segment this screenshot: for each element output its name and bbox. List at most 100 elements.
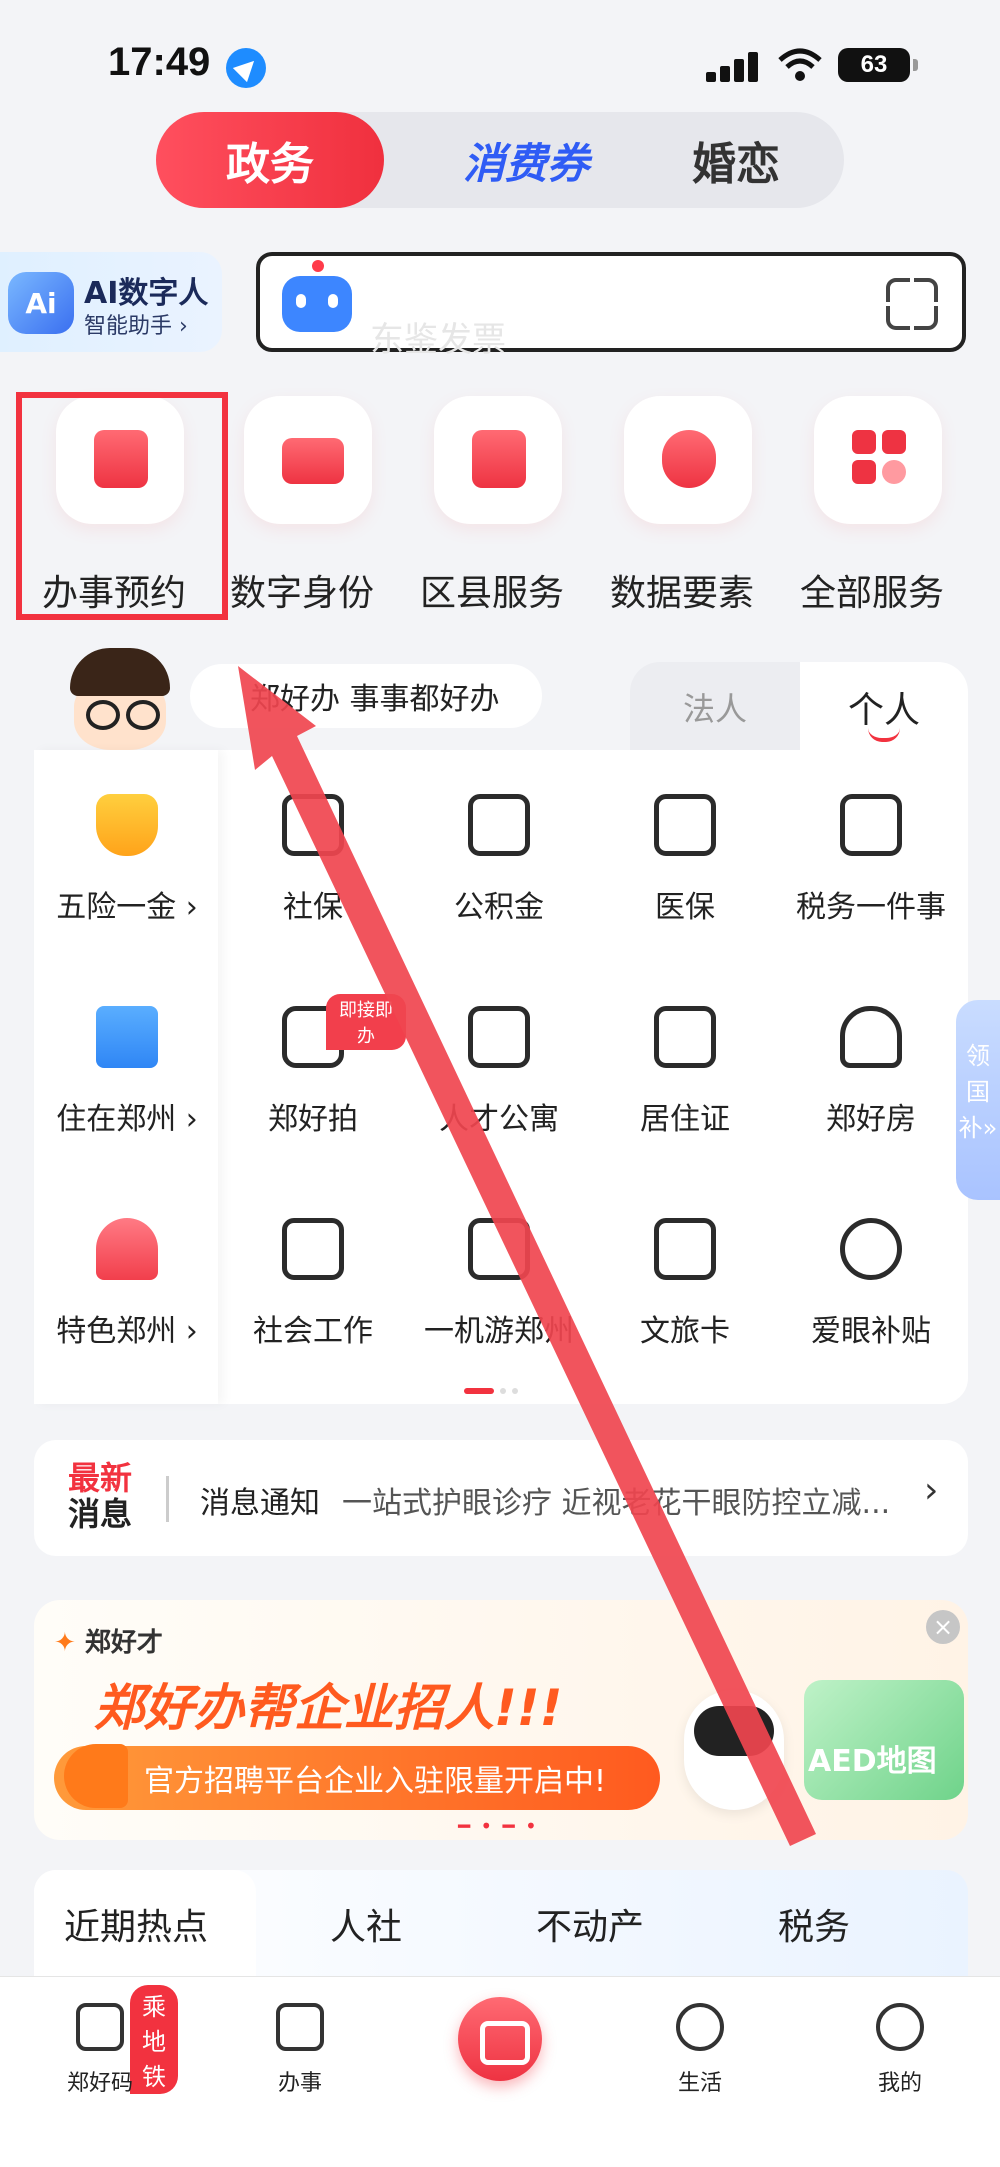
tab-individual[interactable]: 个人 — [800, 662, 968, 752]
cellular-signal-icon — [706, 52, 762, 82]
tablet-icon — [468, 1218, 530, 1280]
promo-banner[interactable]: 郑好才 郑好办帮企业招人!!! 官方招聘平台企业入驻限量开启中! AED地图 ×… — [34, 1600, 968, 1840]
checklist-icon — [276, 2003, 324, 2051]
grid-item-housing-fund[interactable]: 公积金 — [406, 764, 592, 976]
grid-item-eye-subsidy[interactable]: 爱眼补贴 — [778, 1188, 964, 1400]
news-text: 一站式护眼诊疗 近视老花干眼防控立减... — [342, 1486, 891, 1521]
qr-code-icon — [76, 2003, 124, 2051]
grid-item-culture-card[interactable]: 文旅卡 — [592, 1188, 778, 1400]
grid-item-photo-report[interactable]: 即接即办 郑好拍 — [220, 976, 406, 1188]
instant-badge: 即接即办 — [326, 994, 406, 1050]
megaphone-icon — [64, 1744, 128, 1808]
page-indicator — [464, 1388, 544, 1396]
grid-item-label: 社会工作 — [253, 1314, 373, 1349]
grid-item-label: 公积金 — [454, 890, 544, 925]
nav-label: 生活 — [677, 2071, 722, 2096]
tab-dating[interactable]: 婚恋 — [656, 112, 816, 208]
grid-item-tax[interactable]: 税务一件事 — [778, 764, 964, 976]
ai-assistant-subtitle: 智能助手 › — [84, 314, 188, 339]
service-digital-id[interactable]: 数字身份 — [222, 396, 382, 616]
banner-brand: 郑好才 — [54, 1622, 163, 1659]
nav-life[interactable]: 生活 — [630, 1993, 770, 2103]
tax-icon — [840, 794, 902, 856]
bottom-navigation: 乘地铁 郑好码 办事 生活 我的 — [0, 1976, 1000, 2167]
tab-coupon[interactable]: 消费券 — [436, 112, 616, 208]
grid-item-label: 五险一金 › — [56, 890, 198, 925]
building-icon — [434, 396, 562, 524]
social-security-icon — [282, 794, 344, 856]
national-subsidy-tab[interactable]: 领国补» — [956, 1000, 1000, 1200]
nav-services[interactable]: 办事 — [230, 1993, 370, 2103]
grid-item-live-zhengzhou[interactable]: 住在郑州 › — [34, 976, 220, 1188]
home-logo-button[interactable] — [458, 1997, 542, 2081]
service-grid: 五险一金 › 社保 公积金 医保 税务一件事 住在郑州 › 即接即办 郑好拍 人… — [34, 750, 968, 1404]
divider — [166, 1476, 169, 1522]
location-icon — [226, 48, 266, 88]
service-data-elements[interactable]: 数据要素 — [602, 396, 762, 616]
tab-government[interactable]: 政务 — [156, 112, 384, 208]
search-bar[interactable]: 东鉴发票 — [256, 252, 966, 360]
insurance-shield-icon — [96, 794, 158, 856]
nav-health-code[interactable]: 乘地铁 郑好码 — [30, 1985, 178, 2103]
service-district[interactable]: 区县服务 — [412, 396, 572, 616]
tab-recent-hot[interactable]: 近期热点 — [64, 1898, 208, 1950]
top-tab-bar: 政务 消费券 婚恋 — [156, 112, 844, 208]
location-pin-icon — [96, 1218, 158, 1280]
briefcase-icon — [282, 1218, 344, 1280]
tab-human-resources[interactable]: 人社 — [330, 1898, 402, 1950]
grid-item-label: 社保 — [283, 890, 343, 925]
service-label: 全部服务 — [799, 573, 944, 614]
tab-tax[interactable]: 税务 — [778, 1898, 850, 1950]
service-label: 数据要素 — [609, 573, 754, 614]
residence-permit-icon — [654, 1006, 716, 1068]
house-icon — [96, 1006, 158, 1068]
robot-icon — [282, 260, 352, 332]
grid-item-residence-permit[interactable]: 居住证 — [592, 976, 778, 1188]
aed-map-button[interactable]: AED地图 — [804, 1680, 964, 1800]
close-icon[interactable]: × — [926, 1610, 960, 1644]
grid-item-label: 郑好房 — [826, 1102, 916, 1137]
news-bar[interactable]: 最新 消息 消息通知 一站式护眼诊疗 近视老花干眼防控立减... › — [34, 1440, 968, 1556]
ai-assistant-button[interactable]: Ai AI数字人 智能助手 › — [0, 252, 222, 352]
ai-logo-icon: Ai — [8, 272, 74, 334]
tab-legal-person[interactable]: 法人 — [630, 662, 800, 752]
grid-item-social-work[interactable]: 社会工作 — [220, 1188, 406, 1400]
database-icon — [624, 396, 752, 524]
grid-item-label: 税务一件事 — [796, 890, 946, 925]
grid-item-label: 人才公寓 — [439, 1102, 559, 1137]
grid-item-featured-zhengzhou[interactable]: 特色郑州 › — [34, 1188, 220, 1400]
picture-card-icon — [654, 1218, 716, 1280]
grid-item-housing[interactable]: 郑好房 — [778, 976, 964, 1188]
tab-real-estate[interactable]: 不动产 — [536, 1898, 644, 1950]
service-label: 区县服务 — [419, 573, 564, 614]
grid-item-medical[interactable]: 医保 — [592, 764, 778, 976]
hot-topics-tabs: 近期热点 人社 不动产 税务 — [34, 1870, 968, 1980]
grid-item-insurance[interactable]: 五险一金 › — [34, 764, 220, 976]
slogan-banner: 郑好办 事事都好办 — [190, 664, 542, 728]
grid-item-label: 医保 — [655, 890, 715, 925]
eye-icon — [840, 1218, 902, 1280]
highlight-box — [16, 392, 228, 620]
scan-icon[interactable] — [884, 276, 940, 332]
housing-fund-icon — [468, 794, 530, 856]
home-person-icon — [840, 1006, 902, 1068]
grid-item-tour[interactable]: 一机游郑州 — [406, 1188, 592, 1400]
nav-label: 办事 — [277, 2071, 322, 2096]
nav-label: 郑好码 — [66, 2071, 133, 2096]
grid-item-label: 爱眼补贴 — [811, 1314, 931, 1349]
chevron-right-icon: › — [924, 1470, 939, 1511]
grid-item-label: 文旅卡 — [640, 1314, 730, 1349]
grid-item-label: 特色郑州 › — [56, 1314, 198, 1349]
status-time: 17:49 — [108, 40, 211, 84]
grid-item-social-security[interactable]: 社保 — [220, 764, 406, 976]
service-all[interactable]: 全部服务 — [792, 396, 952, 616]
search-placeholder: 东鉴发票 — [370, 320, 506, 360]
nav-label: 我的 — [877, 2071, 922, 2096]
grid-item-talent-apartment[interactable]: 人才公寓 — [406, 976, 592, 1188]
banner-subline: 官方招聘平台企业入驻限量开启中! — [54, 1746, 660, 1810]
grid-item-label: 住在郑州 › — [56, 1102, 198, 1137]
banner-page-indicator: ━ • ━ • — [458, 1814, 539, 1838]
role-tab-bar: 法人 个人 — [630, 662, 968, 752]
nav-profile[interactable]: 我的 — [830, 1993, 970, 2103]
id-card-icon — [244, 396, 372, 524]
